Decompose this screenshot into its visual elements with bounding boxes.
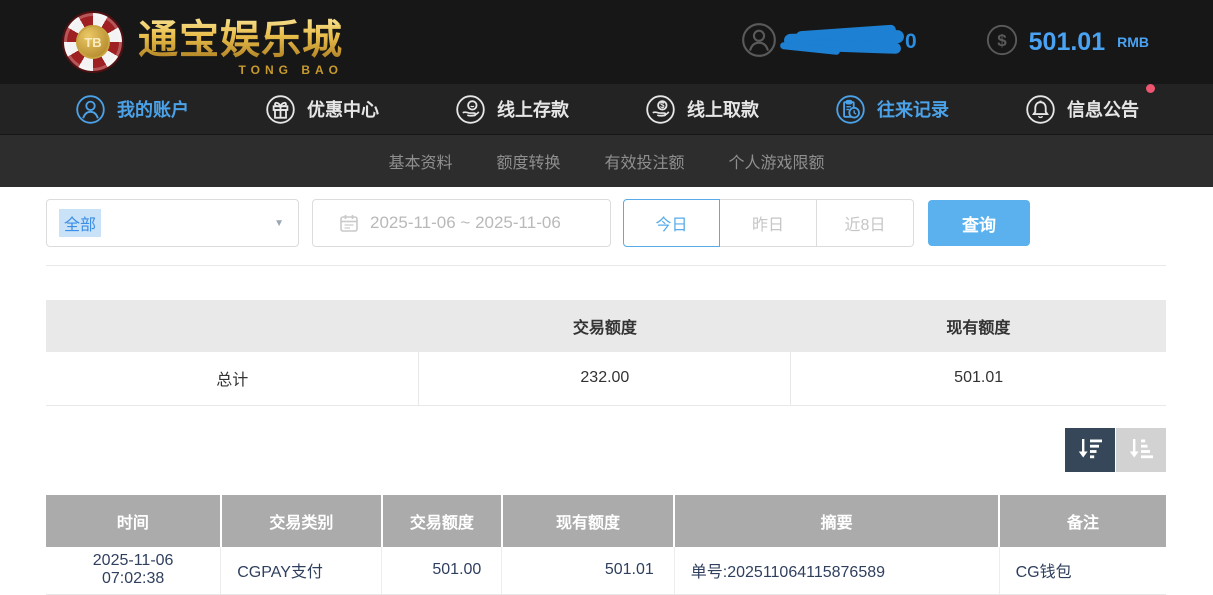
record-time: 2025-11-06 07:02:38 xyxy=(46,547,221,595)
records-header-balance: 现有额度 xyxy=(502,495,674,547)
brand-text: 通宝娱乐城 TONG BAO xyxy=(138,7,343,77)
withdraw-coin-hand-icon: $ xyxy=(644,93,677,126)
balance-amount: 501.01 xyxy=(1029,28,1105,57)
summary-header-transaction: 交易额度 xyxy=(419,300,791,352)
user-block[interactable]: 0 xyxy=(740,21,917,64)
record-balance: 501.01 xyxy=(502,547,674,595)
date-range-value: 2025-11-06 ~ 2025-11-06 xyxy=(370,213,561,233)
records-header-time: 时间 xyxy=(46,495,221,547)
records-header-summary: 摘要 xyxy=(674,495,999,547)
records-header-row: 时间 交易类别 交易额度 现有额度 摘要 备注 xyxy=(46,495,1166,547)
brand-subtitle: TONG BAO xyxy=(239,63,343,77)
transaction-type-select[interactable]: 全部 ▼ xyxy=(46,199,299,247)
bell-icon xyxy=(1024,93,1057,126)
last-8-days-button[interactable]: 近8日 xyxy=(817,199,914,247)
svg-text:$: $ xyxy=(660,101,665,110)
record-note: CG钱包 xyxy=(999,547,1166,595)
records-header-type: 交易类别 xyxy=(221,495,382,547)
records-table: 时间 交易类别 交易额度 现有额度 摘要 备注 2025-11-06 07:02… xyxy=(46,495,1166,595)
summary-header-empty xyxy=(46,300,419,352)
records-header-amount: 交易额度 xyxy=(382,495,502,547)
record-amount: 501.00 xyxy=(382,547,502,595)
gift-icon xyxy=(264,93,297,126)
casino-chip-icon: TB xyxy=(62,11,124,73)
nav-label: 往来记录 xyxy=(877,96,949,122)
subnav-item-valid-bets[interactable]: 有效投注额 xyxy=(605,149,685,173)
query-button[interactable]: 查询 xyxy=(928,200,1030,246)
notification-badge-dot xyxy=(1146,84,1155,93)
records-header-note: 备注 xyxy=(999,495,1166,547)
nav-item-transaction-records[interactable]: 往来记录 xyxy=(834,93,949,126)
topbar-right: 0 $ 501.01 RMB xyxy=(740,21,1149,64)
section-divider xyxy=(46,265,1166,266)
balance-currency: RMB xyxy=(1117,34,1149,50)
subnav-item-basic-info[interactable]: 基本资料 xyxy=(388,149,452,173)
chevron-down-icon: ▼ xyxy=(274,218,284,229)
nav-item-promotions[interactable]: 优惠中心 xyxy=(264,93,379,126)
deposit-coin-hand-icon xyxy=(454,93,487,126)
record-row: 2025-11-06 07:02:38 CGPAY支付 501.00 501.0… xyxy=(46,547,1166,595)
redacted-username-scribble xyxy=(784,28,906,56)
main-content: 全部 ▼ 2025-11-06 ~ 2025-11-06 今日 昨日 近8日 查… xyxy=(0,187,1213,595)
chip-label: TB xyxy=(76,25,110,59)
sort-descending-button[interactable] xyxy=(1065,428,1115,472)
summary-table: 交易额度 现有额度 总计 232.00 501.01 xyxy=(46,300,1166,406)
main-nav: 我的账户 优惠中心 线上存款 xyxy=(0,84,1213,135)
username-visible-suffix: 0 xyxy=(905,30,917,54)
nav-label: 我的账户 xyxy=(117,96,189,122)
summary-total-transaction: 232.00 xyxy=(419,352,791,405)
nav-label: 信息公告 xyxy=(1067,96,1139,122)
record-type: CGPAY支付 xyxy=(221,547,382,595)
subnav-item-game-limits[interactable]: 个人游戏限额 xyxy=(729,149,825,173)
sub-nav: 基本资料 额度转换 有效投注额 个人游戏限额 xyxy=(0,135,1213,187)
sort-controls xyxy=(46,428,1166,472)
sort-ascending-button[interactable] xyxy=(1116,428,1166,472)
subnav-item-quota-transfer[interactable]: 额度转换 xyxy=(496,149,560,173)
summary-header-balance: 现有额度 xyxy=(791,300,1166,352)
user-avatar-icon xyxy=(740,21,778,64)
record-summary: 单号:202511064115876589 xyxy=(674,547,999,595)
svg-text:$: $ xyxy=(997,31,1007,50)
summary-header-row: 交易额度 现有额度 xyxy=(46,300,1166,352)
user-circle-icon xyxy=(74,93,107,126)
brand-logo[interactable]: TB 通宝娱乐城 TONG BAO xyxy=(62,7,343,77)
today-button[interactable]: 今日 xyxy=(623,199,720,247)
clipboard-clock-icon xyxy=(834,93,867,126)
dollar-coin-icon: $ xyxy=(985,23,1019,62)
summary-total-row: 总计 232.00 501.01 xyxy=(46,352,1166,405)
select-value: 全部 xyxy=(59,209,101,237)
nav-label: 优惠中心 xyxy=(307,96,379,122)
nav-label: 线上取款 xyxy=(687,96,759,122)
balance-block[interactable]: $ 501.01 RMB xyxy=(985,23,1149,62)
date-range-input[interactable]: 2025-11-06 ~ 2025-11-06 xyxy=(312,199,611,247)
yesterday-button[interactable]: 昨日 xyxy=(720,199,817,247)
top-bar: TB 通宝娱乐城 TONG BAO 0 $ xyxy=(0,0,1213,84)
nav-item-announcements[interactable]: 信息公告 xyxy=(1024,93,1139,126)
nav-label: 线上存款 xyxy=(497,96,569,122)
filter-row: 全部 ▼ 2025-11-06 ~ 2025-11-06 今日 昨日 近8日 查… xyxy=(46,199,1166,247)
summary-total-balance: 501.01 xyxy=(791,352,1166,405)
calendar-icon xyxy=(339,213,359,233)
nav-item-withdraw[interactable]: $ 线上取款 xyxy=(644,93,759,126)
nav-item-my-account[interactable]: 我的账户 xyxy=(74,93,189,126)
brand-title: 通宝娱乐城 xyxy=(138,7,343,65)
nav-item-deposit[interactable]: 线上存款 xyxy=(454,93,569,126)
summary-total-label: 总计 xyxy=(46,352,419,405)
quick-date-button-group: 今日 昨日 近8日 xyxy=(623,199,914,247)
